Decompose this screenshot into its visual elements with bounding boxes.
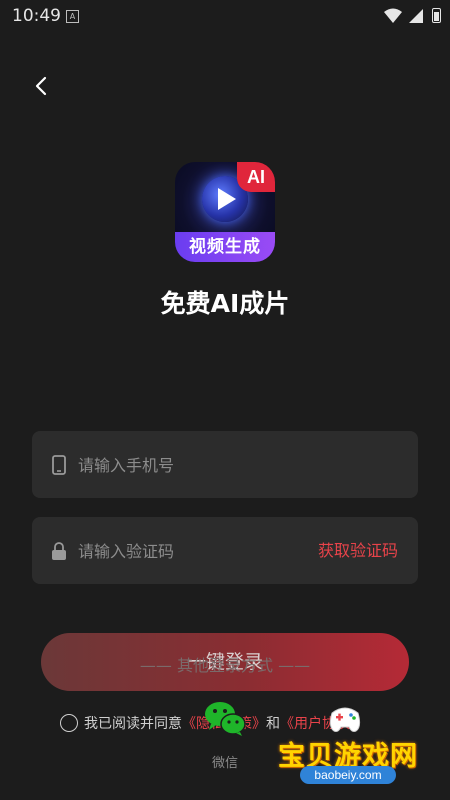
wifi-icon <box>384 8 402 23</box>
phone-input[interactable] <box>76 431 310 500</box>
logo-caption: 视频生成 <box>175 232 275 262</box>
verification-code-input[interactable] <box>76 517 310 586</box>
status-time: 10:49 <box>12 6 61 26</box>
signal-icon <box>409 9 423 23</box>
phone-field[interactable] <box>32 431 418 500</box>
app-logo: AI 视频生成 <box>175 162 275 262</box>
agreement-checkbox[interactable] <box>60 714 78 732</box>
get-code-button[interactable]: 获取验证码 <box>318 517 398 584</box>
back-icon[interactable] <box>28 72 56 100</box>
watermark-url: baobeiy.com <box>300 766 396 784</box>
phone-icon <box>52 455 66 475</box>
agreement-prefix: 我已阅读并同意 <box>84 716 182 732</box>
wechat-icon[interactable] <box>203 699 247 737</box>
battery-icon <box>432 8 441 23</box>
verification-code-field[interactable]: 获取验证码 <box>32 517 418 586</box>
agreement-conjunction: 和 <box>266 716 280 732</box>
play-icon <box>218 188 236 210</box>
lock-icon <box>52 542 66 560</box>
wechat-label: 微信 <box>211 756 238 771</box>
status-bar: 10:49 A <box>0 0 450 32</box>
logo-ai-badge: AI <box>237 162 275 192</box>
gamepad-icon <box>329 707 361 732</box>
notification-icon: A <box>66 10 79 23</box>
app-title: 免费AI成片 <box>160 289 290 318</box>
other-login-divider: —— 其他登录方式 —— <box>139 656 311 675</box>
